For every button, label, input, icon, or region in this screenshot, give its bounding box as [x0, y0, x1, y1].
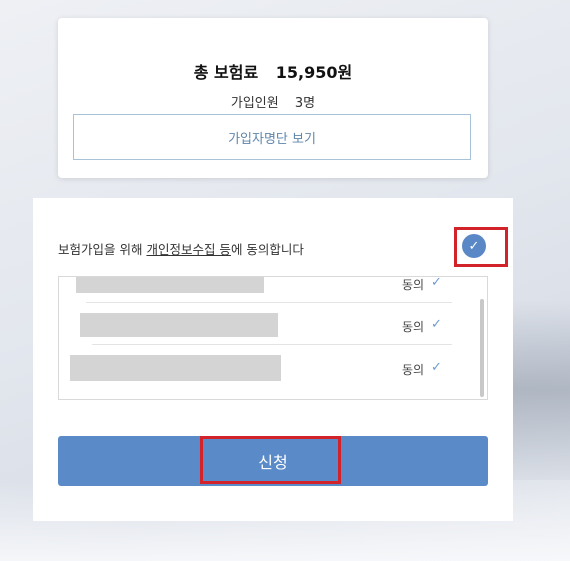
- term-item: 동의 ✓: [59, 305, 487, 345]
- total-premium-value: 15,950원: [275, 63, 353, 82]
- terms-scrollbar-thumb[interactable]: [480, 299, 484, 397]
- terms-list: 동의 ✓ 동의 ✓ 동의 ✓: [58, 276, 488, 400]
- highlight-box-apply: [200, 436, 341, 484]
- premium-summary-card: 총 보험료 15,950원 가입인원 3명 가입자명단 보기: [58, 18, 488, 178]
- term-item: 동의 ✓: [59, 347, 487, 387]
- highlight-box-check-all: [454, 227, 508, 267]
- term-title-redacted: [70, 355, 281, 381]
- term-agree-label[interactable]: 동의: [402, 361, 424, 378]
- consent-text-suffix: 에 동의합니다: [230, 242, 304, 257]
- consent-text: 보험가입을 위해 개인정보수집 등에 동의합니다: [58, 239, 304, 258]
- total-premium-row: 총 보험료 15,950원: [58, 59, 488, 83]
- term-agree-label[interactable]: 동의: [402, 318, 424, 335]
- term-title-redacted: [76, 277, 264, 293]
- view-members-button[interactable]: 가입자명단 보기: [73, 114, 471, 160]
- background-scenery: [510, 300, 570, 480]
- check-icon[interactable]: ✓: [431, 317, 442, 332]
- term-agree-label[interactable]: 동의: [402, 277, 424, 293]
- term-item: 동의 ✓: [59, 277, 487, 303]
- consent-text-prefix: 보험가입을 위해: [58, 242, 147, 257]
- privacy-collection-link[interactable]: 개인정보수집 등: [146, 242, 230, 257]
- member-count-row: 가입인원 3명: [58, 92, 488, 111]
- consent-panel: 보험가입을 위해 개인정보수집 등에 동의합니다 ✓ 동의 ✓ 동의 ✓ 동의 …: [33, 198, 513, 521]
- total-premium-label: 총 보험료: [193, 63, 259, 82]
- member-count-label: 가입인원: [230, 96, 279, 111]
- term-title-redacted: [80, 313, 278, 337]
- check-icon[interactable]: ✓: [431, 277, 442, 290]
- check-icon[interactable]: ✓: [431, 360, 442, 375]
- divider: [86, 302, 452, 303]
- terms-scrollbar[interactable]: [473, 277, 487, 399]
- divider: [92, 344, 452, 345]
- member-count-value: 3명: [294, 96, 316, 111]
